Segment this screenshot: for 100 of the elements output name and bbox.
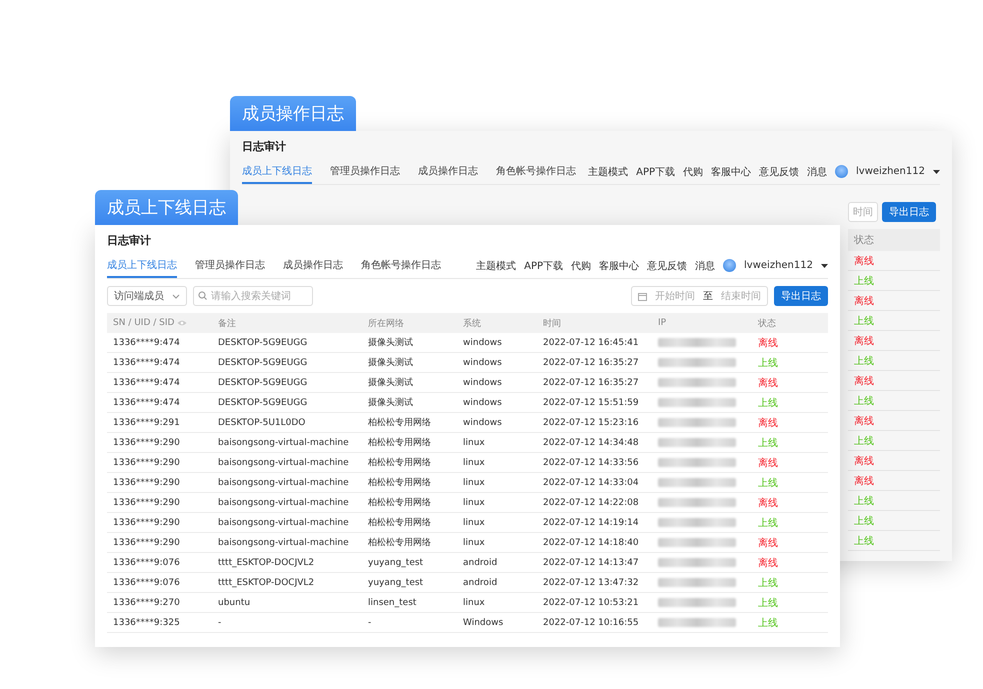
table-cell: 2022-07-12 16:35:27: [537, 373, 652, 393]
tab[interactable]: 管理员操作日志: [330, 159, 400, 184]
table-cell: Windows: [457, 613, 537, 633]
status-text: 离线: [758, 556, 778, 570]
nav-link[interactable]: 客服中心: [599, 258, 640, 272]
status-text: 离线: [758, 536, 778, 550]
nav-link[interactable]: APP下载: [636, 164, 676, 178]
tab[interactable]: 成员操作日志: [283, 253, 343, 278]
table-cell: DESKTOP-5G9EUGG: [212, 393, 362, 413]
tab[interactable]: 管理员操作日志: [195, 253, 265, 278]
table-cell: 2022-07-12 14:22:08: [537, 493, 652, 513]
status-text: 上线: [854, 274, 874, 288]
caret-down-icon[interactable]: [933, 170, 940, 174]
caret-down-icon[interactable]: [821, 264, 828, 268]
username[interactable]: lvweizhen112: [744, 260, 813, 271]
status-text: 离线: [758, 376, 778, 390]
status-text: 上线: [854, 494, 874, 508]
nav-link[interactable]: 代购: [683, 164, 704, 178]
status-text: 离线: [854, 334, 874, 348]
username[interactable]: lvweizhen112: [856, 166, 925, 177]
table-cell: 1336****9:076: [107, 573, 212, 593]
table-cell: 1336****9:474: [107, 393, 212, 413]
status-text: 上线: [758, 356, 778, 370]
nav-link[interactable]: 客服中心: [711, 164, 752, 178]
table-cell: 2022-07-12 14:33:56: [537, 453, 652, 473]
chevron-down-icon: [172, 294, 180, 298]
status-text: 上线: [758, 476, 778, 490]
status-text: 上线: [854, 354, 874, 368]
status-text: 上线: [854, 394, 874, 408]
table-cell: 1336****9:076: [107, 553, 212, 573]
tab[interactable]: 成员操作日志: [418, 159, 478, 184]
table-cell: 2022-07-12 13:47:32: [537, 573, 652, 593]
nav-link[interactable]: 主题模式: [588, 164, 628, 178]
table-cell: 1336****9:325: [107, 613, 212, 633]
export-button[interactable]: 导出日志: [882, 202, 936, 222]
table-cell: 1336****9:290: [107, 533, 212, 553]
table-cell: 2022-07-12 14:18:40: [537, 533, 652, 553]
table-cell: linux: [457, 493, 537, 513]
table-cell: tttt_ESKTOP-DOCJVL2: [212, 553, 362, 573]
column-header: IP: [652, 313, 752, 333]
nav-link[interactable]: 消息: [695, 258, 716, 272]
table-cell: baisongsong-virtual-machine: [212, 473, 362, 493]
table-cell: 1336****9:290: [107, 513, 212, 533]
table-cell: baisongsong-virtual-machine: [212, 453, 362, 473]
table-cell: android: [457, 553, 537, 573]
status-text: 上线: [758, 516, 778, 530]
status-text: 上线: [758, 396, 778, 410]
status-text: 上线: [758, 596, 778, 610]
tab[interactable]: 角色帐号操作日志: [496, 159, 576, 184]
status-text: 上线: [854, 434, 874, 448]
avatar[interactable]: [835, 165, 848, 178]
status-text: 离线: [854, 374, 874, 388]
search-icon: [198, 291, 207, 300]
table-cell: 2022-07-12 16:45:41: [537, 333, 652, 353]
table-cell: ubuntu: [212, 593, 362, 613]
table-cell: -: [362, 613, 457, 633]
nav-link[interactable]: 意见反馈: [759, 164, 800, 178]
eye-icon[interactable]: [177, 320, 188, 326]
nav-link[interactable]: 主题模式: [476, 258, 516, 272]
table-cell: baisongsong-virtual-machine: [212, 513, 362, 533]
column-header: SN / UID / SID: [107, 313, 212, 333]
search-field[interactable]: 请输入搜索关键词: [193, 286, 313, 306]
table-cell: 2022-07-12 14:13:47: [537, 553, 652, 573]
export-button[interactable]: 导出日志: [774, 286, 828, 306]
status-text: 离线: [854, 414, 874, 428]
status-text: 上线: [854, 534, 874, 548]
avatar[interactable]: [723, 259, 736, 272]
table-cell: 摄像头测试: [362, 393, 457, 413]
status-text: 上线: [854, 314, 874, 328]
table-cell: 摄像头测试: [362, 333, 457, 353]
nav-link[interactable]: 代购: [571, 258, 592, 272]
status-text: 上线: [758, 436, 778, 450]
table-cell: DESKTOP-5G9EUGG: [212, 333, 362, 353]
table-cell: 柏松松专用网络: [362, 493, 457, 513]
tab[interactable]: 成员上下线日志: [107, 253, 177, 278]
tab[interactable]: 角色帐号操作日志: [361, 253, 441, 278]
table-cell: 1336****9:474: [107, 373, 212, 393]
date-range-field[interactable]: 开始时间 至 结束时间: [631, 286, 768, 306]
window-label: 成员上下线日志: [95, 190, 238, 225]
table-cell: DESKTOP-5U1L0DO: [212, 413, 362, 433]
tab[interactable]: 成员上下线日志: [242, 159, 312, 184]
table-cell: windows: [457, 373, 537, 393]
nav-link[interactable]: 意见反馈: [647, 258, 688, 272]
table-cell: 1336****9:290: [107, 473, 212, 493]
page-title: 日志审计: [242, 139, 287, 155]
table-cell: baisongsong-virtual-machine: [212, 493, 362, 513]
nav-link[interactable]: APP下载: [524, 258, 564, 272]
nav-link[interactable]: 消息: [807, 164, 828, 178]
member-select[interactable]: 访问端成员: [107, 286, 187, 306]
table-cell: 2022-07-12 14:34:48: [537, 433, 652, 453]
column-header: 系统: [457, 313, 537, 333]
table-cell: linsen_test: [362, 593, 457, 613]
status-text: 离线: [758, 496, 778, 510]
table-cell: 2022-07-12 15:51:59: [537, 393, 652, 413]
status-text: 上线: [758, 616, 778, 630]
table-cell: 摄像头测试: [362, 373, 457, 393]
table-cell: 2022-07-12 14:33:04: [537, 473, 652, 493]
table-cell: linux: [457, 593, 537, 613]
status-text: 离线: [758, 336, 778, 350]
table-cell: linux: [457, 433, 537, 453]
